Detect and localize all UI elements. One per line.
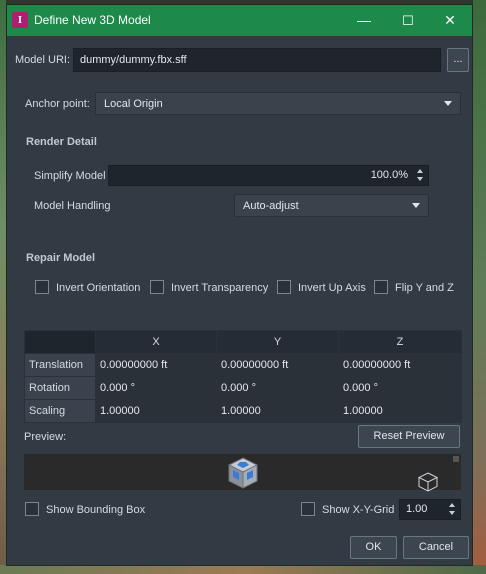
model-handling-label: Model Handling bbox=[34, 200, 111, 212]
rotation-x-cell[interactable]: 0.000 ° bbox=[95, 376, 217, 400]
model-handling-select[interactable]: Auto-adjust bbox=[234, 194, 429, 217]
scaling-z-cell[interactable]: 1.00000 bbox=[338, 399, 462, 423]
rotation-y-cell[interactable]: 0.000 ° bbox=[216, 376, 339, 400]
column-header-z: Z bbox=[338, 330, 462, 354]
flip-y-z-checkbox[interactable] bbox=[374, 280, 388, 294]
simplify-model-spinbox[interactable]: 100.0% bbox=[108, 165, 429, 186]
scaling-y-cell[interactable]: 1.00000 bbox=[216, 399, 339, 423]
close-icon: ✕ bbox=[444, 12, 456, 28]
step-down-icon[interactable] bbox=[417, 177, 423, 181]
show-grid-label[interactable]: Show X-Y-Grid bbox=[322, 504, 394, 516]
invert-transparency-label[interactable]: Invert Transparency bbox=[171, 282, 268, 294]
preview-scroll-indicator bbox=[453, 456, 459, 462]
ok-button[interactable]: OK bbox=[350, 536, 397, 559]
invert-transparency-checkbox[interactable] bbox=[150, 280, 164, 294]
preview-label: Preview: bbox=[24, 431, 67, 443]
transform-table: X Y Z Translation 0.00000000 ft 0.000000… bbox=[24, 330, 462, 423]
maximize-icon: ☐ bbox=[402, 13, 414, 28]
column-header-y: Y bbox=[216, 330, 339, 354]
repair-model-heading: Repair Model bbox=[26, 252, 96, 264]
rotation-z-cell[interactable]: 0.000 ° bbox=[338, 376, 462, 400]
chevron-down-icon bbox=[444, 101, 452, 106]
translation-x-cell[interactable]: 0.00000000 ft bbox=[95, 353, 217, 377]
step-up-icon[interactable] bbox=[417, 169, 423, 173]
define-model-dialog: I Define New 3D Model — ☐ ✕ Model URI: d… bbox=[6, 4, 473, 566]
row-header-translation: Translation bbox=[24, 353, 96, 377]
app-icon: I bbox=[12, 12, 28, 28]
reset-preview-button[interactable]: Reset Preview bbox=[358, 425, 460, 448]
invert-up-axis-checkbox[interactable] bbox=[277, 280, 291, 294]
simplify-stepper[interactable] bbox=[415, 167, 425, 184]
desktop-backdrop-right bbox=[473, 0, 486, 574]
chevron-down-icon bbox=[412, 203, 420, 208]
table-row: Scaling 1.00000 1.00000 1.00000 bbox=[24, 399, 462, 423]
desktop-backdrop-bottom bbox=[0, 565, 486, 574]
step-up-icon[interactable] bbox=[449, 503, 455, 507]
anchor-point-label: Anchor point: bbox=[25, 98, 90, 110]
browse-button[interactable]: ... bbox=[447, 48, 469, 72]
anchor-point-value: Local Origin bbox=[104, 98, 163, 110]
model-uri-input[interactable]: dummy/dummy.fbx.sff bbox=[73, 48, 441, 72]
invert-orientation-label[interactable]: Invert Orientation bbox=[56, 282, 140, 294]
window-title: Define New 3D Model bbox=[34, 13, 151, 27]
model-handling-value: Auto-adjust bbox=[243, 200, 299, 212]
grid-size-stepper[interactable] bbox=[447, 501, 457, 518]
show-bounding-box-label[interactable]: Show Bounding Box bbox=[46, 504, 145, 516]
simplify-model-value: 100.0% bbox=[370, 169, 408, 181]
maximize-button[interactable]: ☐ bbox=[386, 5, 430, 36]
title-bar[interactable]: I Define New 3D Model — ☐ ✕ bbox=[7, 5, 472, 36]
table-corner bbox=[24, 330, 96, 354]
row-header-scaling: Scaling bbox=[24, 399, 96, 423]
close-button[interactable]: ✕ bbox=[428, 5, 472, 36]
minimize-icon: — bbox=[357, 12, 371, 28]
step-down-icon[interactable] bbox=[449, 511, 455, 515]
translation-y-cell[interactable]: 0.00000000 ft bbox=[216, 353, 339, 377]
row-header-rotation: Rotation bbox=[24, 376, 96, 400]
scaling-x-cell[interactable]: 1.00000 bbox=[95, 399, 217, 423]
minimize-button[interactable]: — bbox=[342, 5, 386, 36]
grid-size-value: 1.00 bbox=[406, 503, 428, 515]
invert-up-axis-label[interactable]: Invert Up Axis bbox=[298, 282, 366, 294]
column-header-x: X bbox=[95, 330, 217, 354]
show-bounding-box-checkbox[interactable] bbox=[25, 502, 39, 516]
table-row: Rotation 0.000 ° 0.000 ° 0.000 ° bbox=[24, 376, 462, 400]
table-header-row: X Y Z bbox=[24, 330, 462, 354]
table-row: Translation 0.00000000 ft 0.00000000 ft … bbox=[24, 353, 462, 377]
invert-orientation-checkbox[interactable] bbox=[35, 280, 49, 294]
view-cube-icon[interactable] bbox=[226, 456, 260, 490]
show-grid-checkbox[interactable] bbox=[301, 502, 315, 516]
translation-z-cell[interactable]: 0.00000000 ft bbox=[338, 353, 462, 377]
anchor-point-select[interactable]: Local Origin bbox=[95, 92, 461, 115]
render-detail-heading: Render Detail bbox=[26, 136, 97, 148]
flip-y-z-label[interactable]: Flip Y and Z bbox=[395, 282, 454, 294]
model-uri-label: Model URI: bbox=[15, 54, 71, 66]
home-cube-icon[interactable] bbox=[417, 471, 439, 493]
cancel-button[interactable]: Cancel bbox=[403, 536, 469, 559]
simplify-model-label: Simplify Model bbox=[34, 170, 106, 182]
